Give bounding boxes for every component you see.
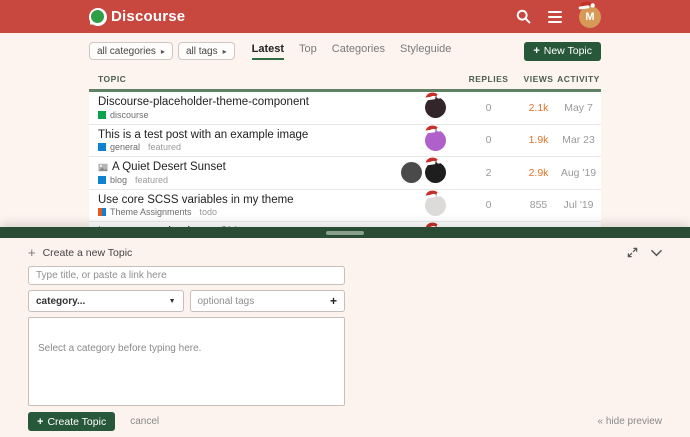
- activity-date[interactable]: Mar 23: [556, 134, 601, 146]
- topic-tag[interactable]: featured: [135, 175, 168, 185]
- tab-styleguide[interactable]: Styleguide: [400, 43, 451, 60]
- caret-down-icon: ▼: [169, 298, 176, 305]
- table-row[interactable]: Discourse-placeholder-theme-component di…: [89, 92, 601, 125]
- poster-avatar[interactable]: [401, 162, 422, 183]
- topic-title-link[interactable]: A Quiet Desert Sunset: [112, 161, 226, 173]
- topic-posters: [381, 130, 456, 151]
- column-header-topic[interactable]: TOPIC: [89, 74, 381, 84]
- discourse-logo-icon: [89, 8, 107, 26]
- list-controls: all categories ▸ all tags ▸ Latest Top Cat…: [89, 40, 601, 62]
- header-icons: M: [516, 6, 601, 28]
- topic-tag[interactable]: featured: [148, 142, 181, 152]
- tab-top[interactable]: Top: [299, 43, 317, 60]
- tags-input[interactable]: optional tags +: [190, 290, 346, 312]
- composer-panel: + Create a new Topic category... ▼ optio…: [0, 227, 690, 437]
- topic-posters: [381, 162, 456, 183]
- topic-posters: [381, 195, 456, 216]
- column-header-replies[interactable]: REPLIES: [456, 74, 521, 84]
- poster-avatar[interactable]: [425, 130, 446, 151]
- topic-posters: [381, 97, 456, 118]
- composer-header: + Create a new Topic: [28, 245, 662, 260]
- activity-date[interactable]: Jul '19: [556, 199, 601, 211]
- category-link[interactable]: discourse: [110, 110, 149, 120]
- nav-tabs: Latest Top Categories Styleguide: [252, 43, 452, 60]
- composer-footer: + Create Topic cancel « hide preview: [28, 412, 662, 431]
- category-select-value: category...: [36, 296, 85, 307]
- image-icon: [98, 163, 108, 172]
- search-icon[interactable]: [516, 9, 531, 24]
- replies-count: 0: [456, 102, 521, 114]
- topic-title-input[interactable]: [28, 266, 345, 285]
- hide-preview-link[interactable]: « hide preview: [598, 416, 662, 427]
- category-badge-icon: [98, 111, 106, 119]
- caret-right-icon: ▸: [223, 47, 227, 56]
- category-link[interactable]: general: [110, 142, 140, 152]
- topic-title-link[interactable]: Discourse-placeholder-theme-component: [98, 96, 309, 108]
- activity-date[interactable]: Aug '19: [556, 167, 601, 179]
- composer-grip-handle[interactable]: [326, 231, 364, 235]
- poster-avatar[interactable]: [425, 162, 446, 183]
- poster-avatar[interactable]: [425, 97, 446, 118]
- table-row[interactable]: This is a test post with an example imag…: [89, 125, 601, 158]
- replies-count: 0: [456, 199, 521, 211]
- cancel-link[interactable]: cancel: [130, 416, 159, 427]
- editor-placeholder: Select a category before typing here.: [38, 343, 201, 354]
- activity-date[interactable]: May 7: [556, 102, 601, 114]
- create-topic-label: Create Topic: [47, 416, 106, 428]
- tab-latest[interactable]: Latest: [252, 43, 284, 60]
- topic-tag[interactable]: todo: [200, 207, 218, 217]
- site-logo-text: Discourse: [111, 8, 185, 25]
- category-badge-icon: [98, 176, 106, 184]
- views-count: 2.9k: [521, 167, 556, 179]
- tag-filter-dropdown[interactable]: all tags ▸: [178, 42, 235, 60]
- create-topic-button[interactable]: + Create Topic: [28, 412, 115, 431]
- tag-filter-label: all tags: [186, 46, 218, 57]
- category-link[interactable]: blog: [110, 175, 127, 185]
- replies-count: 0: [456, 134, 521, 146]
- table-row[interactable]: Use core SCSS variables in my theme Them…: [89, 190, 601, 223]
- topic-title-link[interactable]: This is a test post with an example imag…: [98, 129, 308, 141]
- new-topic-label: New Topic: [544, 45, 592, 57]
- plus-icon: +: [28, 245, 36, 260]
- plus-icon: +: [37, 416, 43, 428]
- caret-right-icon: ▸: [161, 47, 165, 56]
- new-topic-button[interactable]: + New Topic: [524, 42, 601, 61]
- site-logo[interactable]: Discourse: [89, 8, 185, 26]
- category-badge-icon: [98, 208, 106, 216]
- composer-title: Create a new Topic: [43, 247, 133, 259]
- topic-list-header: TOPIC REPLIES VIEWS ACTIVITY: [89, 71, 601, 92]
- plus-icon: +: [533, 45, 539, 57]
- tags-placeholder: optional tags: [198, 296, 255, 307]
- replies-count: 2: [456, 167, 521, 179]
- category-badge-icon: [98, 143, 106, 151]
- hamburger-menu-icon[interactable]: [548, 11, 562, 23]
- tab-categories[interactable]: Categories: [332, 43, 385, 60]
- site-header: Discourse M: [0, 0, 690, 33]
- category-select[interactable]: category... ▼: [28, 290, 184, 312]
- views-count: 1.9k: [521, 134, 556, 146]
- column-header-activity[interactable]: ACTIVITY: [556, 74, 601, 84]
- avatar-initial: M: [585, 11, 594, 23]
- topic-title-link[interactable]: Use core SCSS variables in my theme: [98, 194, 294, 206]
- category-link[interactable]: Theme Assignments: [110, 207, 192, 217]
- composer-grip-bar[interactable]: [0, 227, 690, 238]
- plus-icon: +: [330, 294, 337, 308]
- category-filter-dropdown[interactable]: all categories ▸: [89, 42, 173, 60]
- collapse-composer-icon[interactable]: [651, 249, 662, 257]
- category-filter-label: all categories: [97, 46, 156, 57]
- user-avatar[interactable]: M: [579, 6, 601, 28]
- views-count: 855: [521, 199, 556, 211]
- topic-body-editor[interactable]: Select a category before typing here.: [28, 317, 345, 406]
- expand-composer-icon[interactable]: [627, 247, 638, 258]
- column-header-views[interactable]: VIEWS: [521, 74, 556, 84]
- views-count: 2.1k: [521, 102, 556, 114]
- table-row[interactable]: A Quiet Desert Sunset blog featured 2 2.…: [89, 157, 601, 190]
- poster-avatar[interactable]: [425, 195, 446, 216]
